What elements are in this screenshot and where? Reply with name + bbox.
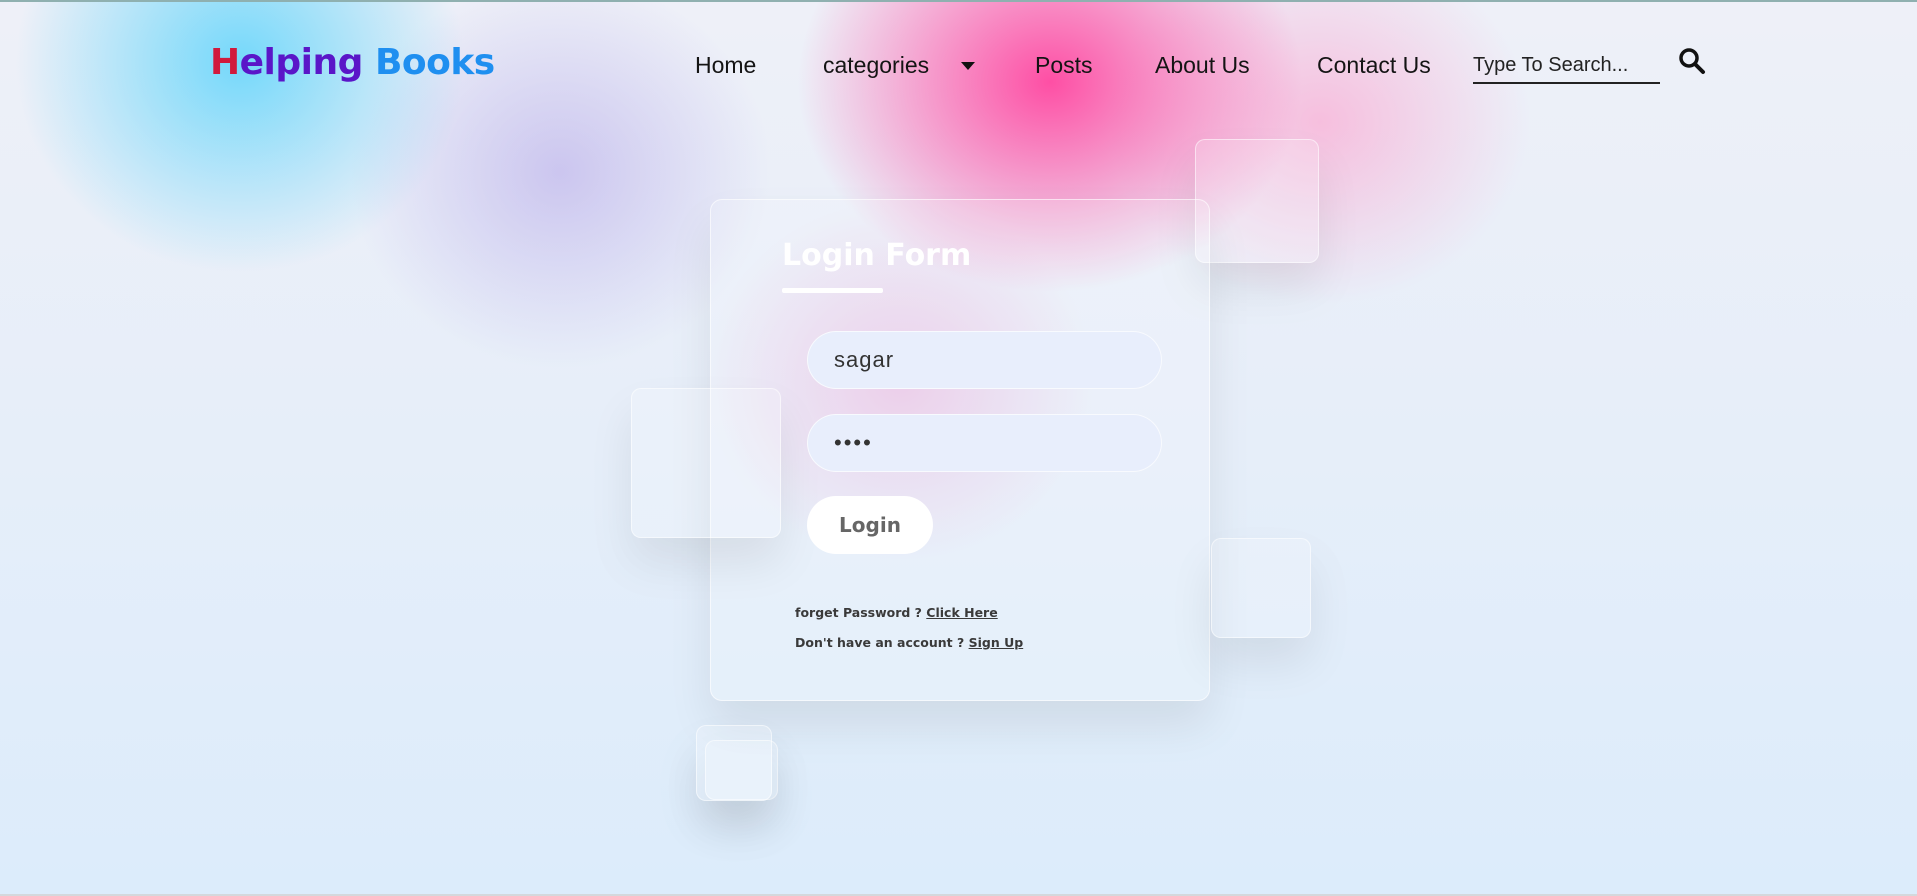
forget-password-line: forget Password ? Click Here [795,605,998,620]
signup-text: Don't have an account ? [795,635,965,650]
search-icon[interactable] [1678,47,1706,75]
forget-password-text: forget Password ? [795,605,922,620]
title-underline [782,288,883,293]
username-field[interactable] [807,331,1162,389]
logo-letter-h: H [210,42,240,83]
page-background: Helping Books Home categories Posts Abou… [0,0,1917,894]
glass-square-left [631,388,781,538]
nav-about-us[interactable]: About Us [1155,52,1250,79]
nav-contact-us[interactable]: Contact Us [1317,52,1431,79]
logo-word-elping: elping [239,42,364,83]
signup-line: Don't have an account ? Sign Up [795,635,1023,650]
glass-square-top-right [1195,139,1319,263]
nav-home[interactable]: Home [695,52,756,79]
glass-square-right [1211,538,1311,638]
search-input[interactable] [1473,48,1660,84]
glass-square-bottom [696,725,772,801]
password-field[interactable] [807,414,1162,472]
click-here-link[interactable]: Click Here [926,605,997,620]
caret-down-icon[interactable] [961,62,975,70]
nav-posts[interactable]: Posts [1035,52,1093,79]
site-logo[interactable]: Helping Books [210,42,495,83]
sign-up-link[interactable]: Sign Up [969,635,1024,650]
logo-word-books: Books [374,42,495,83]
nav-categories[interactable]: categories [823,52,929,79]
login-button[interactable]: Login [807,496,933,554]
login-form-title: Login Form [782,238,972,273]
